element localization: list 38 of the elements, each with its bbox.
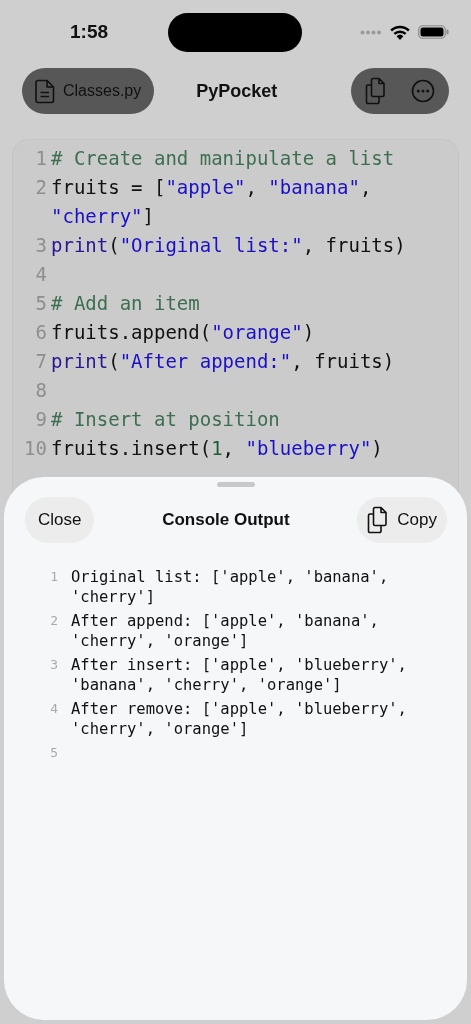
app-title: PyPocket [196,80,278,102]
line-number: 1 [34,146,48,171]
line-number: 7 [34,349,48,374]
signal-icon [360,29,382,35]
code-line: fruits.insert(1, "blueberry") [51,436,384,461]
line-number: 4 [49,700,58,718]
battery-icon [418,25,449,39]
code-line: # Insert at position [51,407,281,432]
line-number: 5 [49,744,58,762]
code-line: # Add an item [51,291,201,316]
output-line: After append: ['apple', 'banana', 'cherry', 'orange'] [71,611,380,651]
output-line: After remove: ['apple', 'blueberry', 'cherry', 'orange'] [71,699,408,739]
sheet-grabber[interactable] [216,482,255,487]
line-number: 9 [34,407,48,432]
line-number: 3 [49,656,58,674]
line-number: 5 [34,291,48,316]
code-line: # Create and manipulate a list [51,146,396,171]
line-number: 6 [34,320,48,345]
line-number: 2 [34,175,48,200]
copy-output-button[interactable]: Copy [357,497,447,543]
line-number: 10 [23,436,48,461]
code-line: fruits = ["apple", "banana", "cherry"] [51,175,373,229]
line-number: 3 [34,233,48,258]
line-number: 4 [34,262,48,287]
close-button[interactable]: Close [25,497,95,543]
output-line: After insert: ['apple', 'blueberry', 'banana', 'cherry', 'orange'] [71,655,408,695]
line-number: 2 [49,612,58,630]
line-number: 1 [49,568,58,586]
code-line: print("After append:", fruits) [51,349,396,374]
output-line: Original list: ['apple', 'banana', 'cherry'] [71,567,390,607]
code-line: print("Original list:", fruits) [51,233,407,258]
status-time: 1:58 [70,21,110,43]
line-number: 8 [34,378,48,403]
code-line: fruits.append("orange") [51,320,316,345]
sheet-title: Console Output [162,510,290,530]
more-icon [411,79,435,103]
wifi-icon [390,24,410,40]
document-icon [35,78,55,104]
